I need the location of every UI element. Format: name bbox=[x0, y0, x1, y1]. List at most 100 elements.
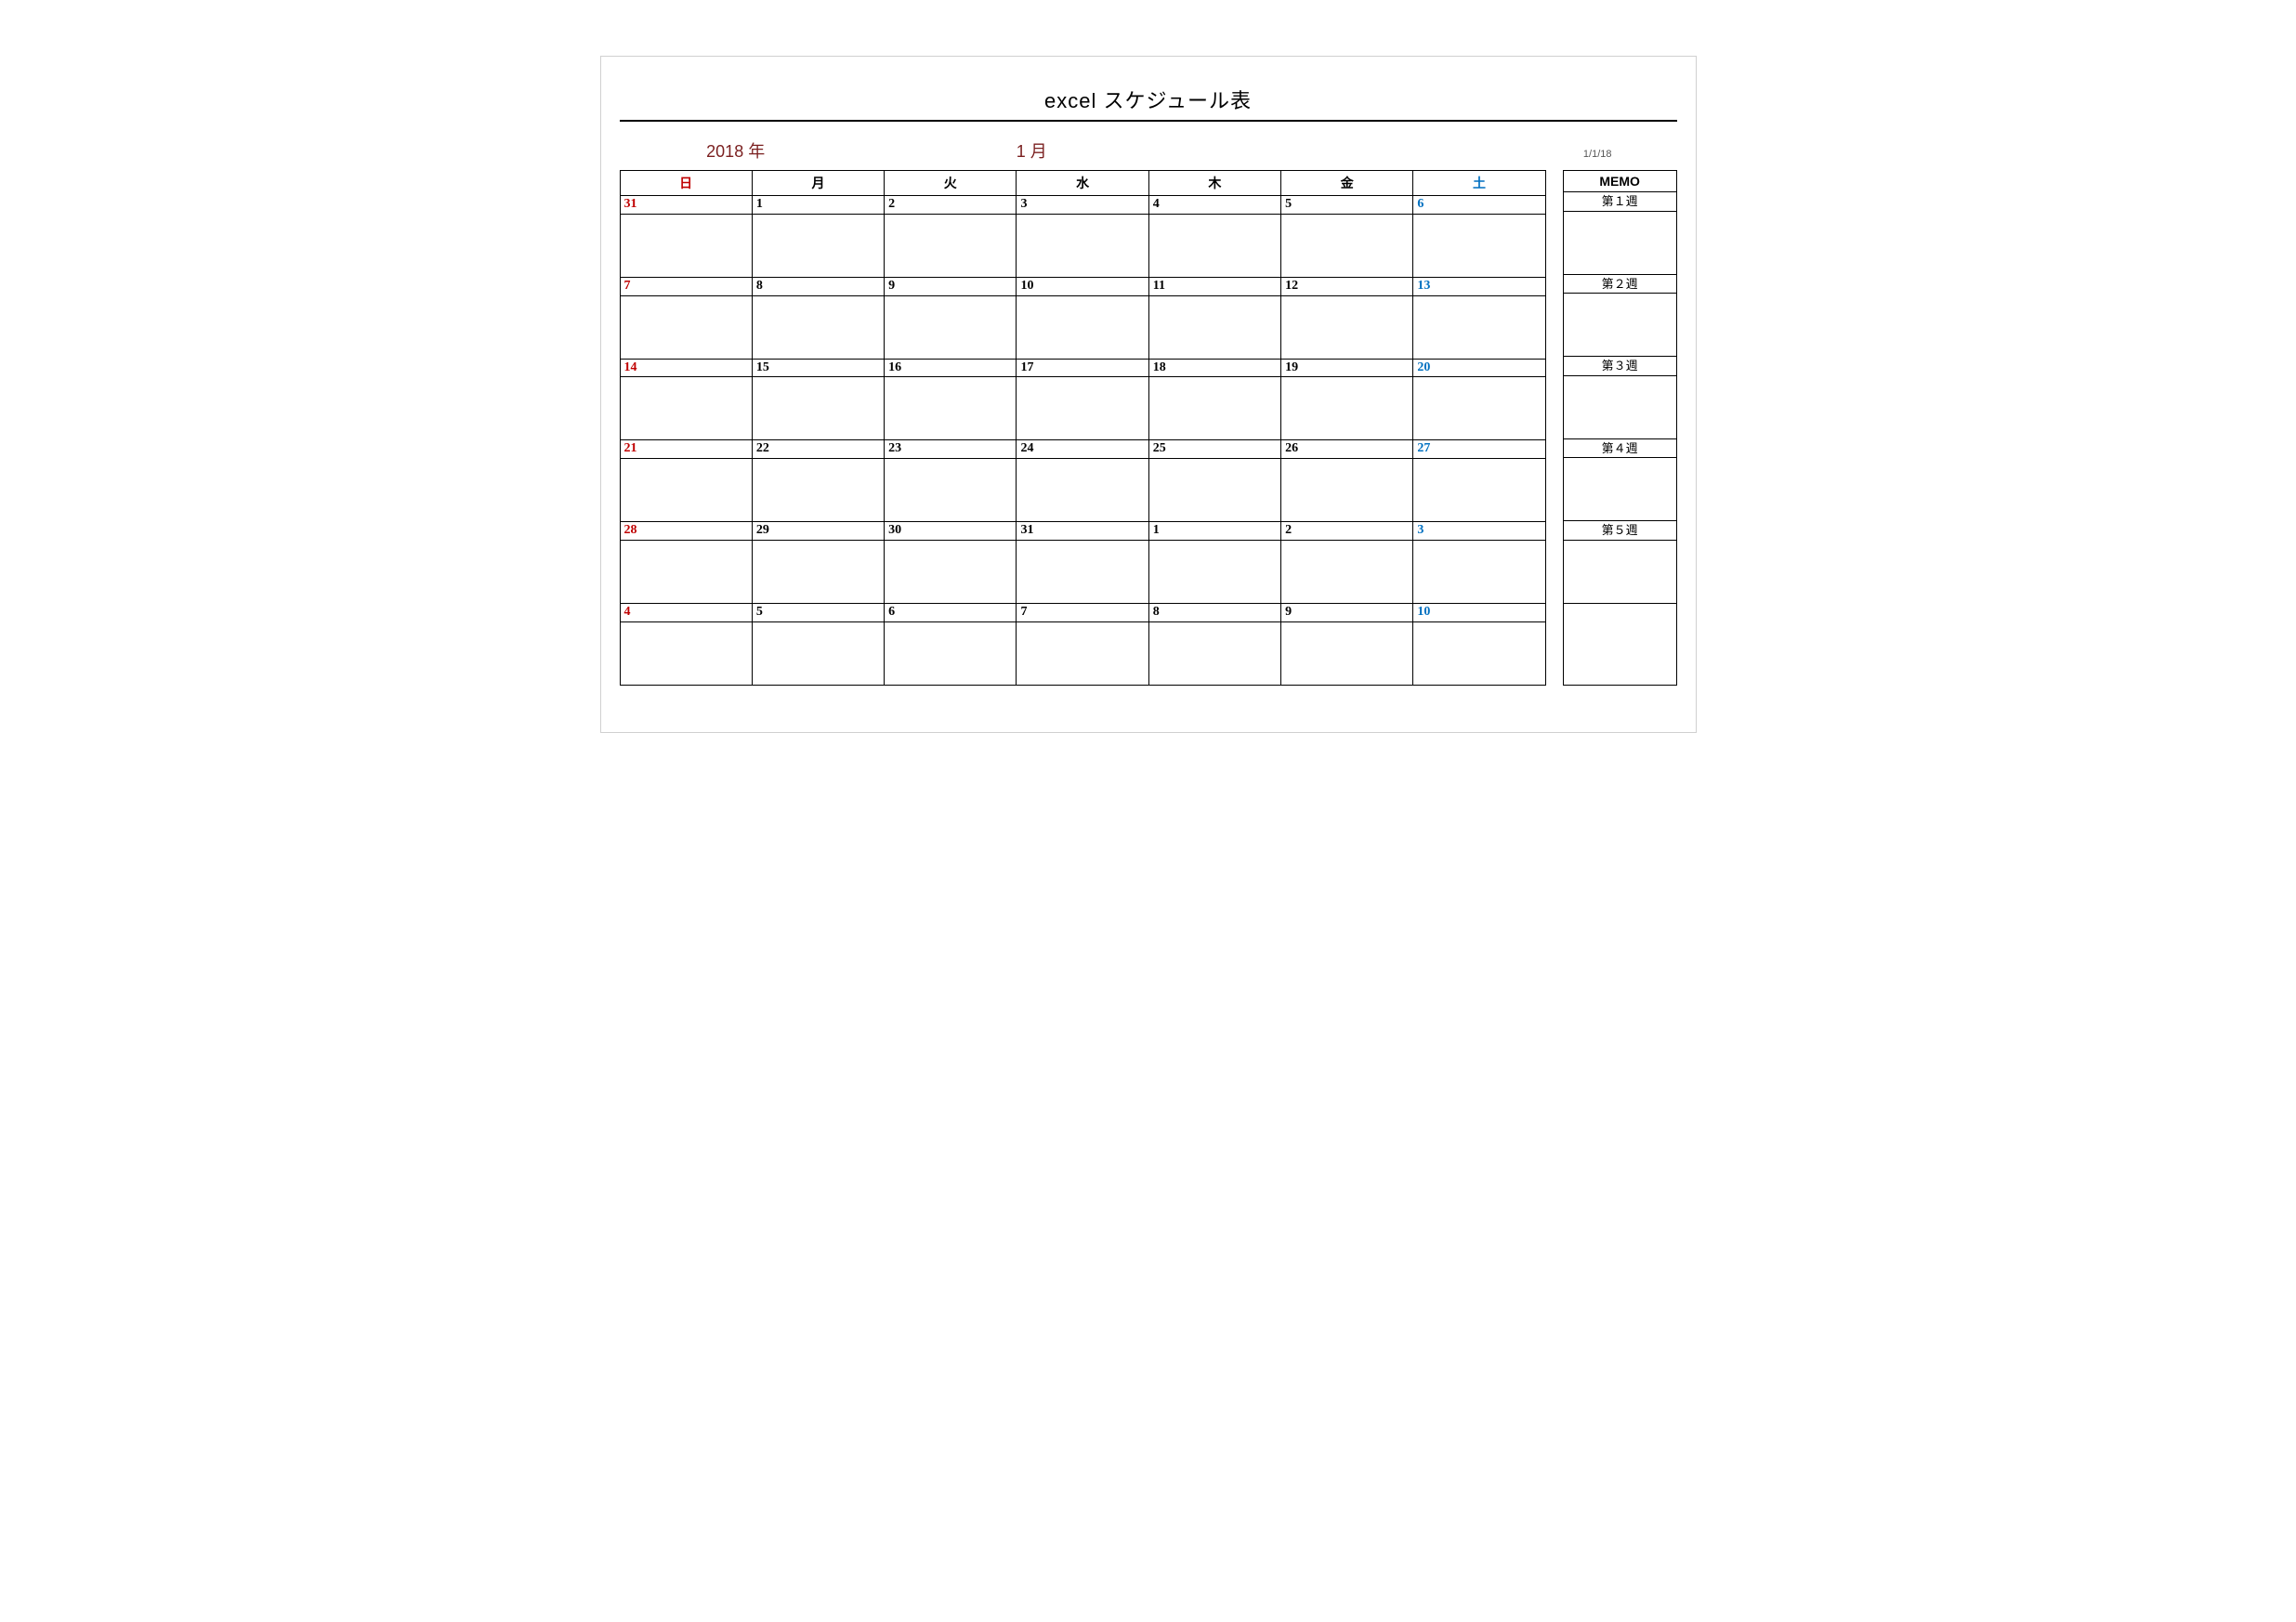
day-number: 26 bbox=[1281, 440, 1413, 459]
day-cell bbox=[752, 214, 884, 277]
memo-week-label: 第２週 bbox=[1563, 274, 1676, 294]
day-number: 19 bbox=[1281, 359, 1413, 377]
day-cell bbox=[620, 295, 752, 359]
day-header-tue: 火 bbox=[885, 171, 1017, 196]
day-cell bbox=[1281, 621, 1413, 685]
day-number: 12 bbox=[1281, 277, 1413, 295]
day-cell bbox=[1148, 459, 1280, 522]
memo-week-label: 第５週 bbox=[1563, 521, 1676, 541]
day-number: 22 bbox=[752, 440, 884, 459]
day-number: 10 bbox=[1017, 277, 1148, 295]
day-cell bbox=[1281, 540, 1413, 603]
day-number: 6 bbox=[885, 603, 1017, 621]
day-header-wed: 水 bbox=[1017, 171, 1148, 196]
day-cell bbox=[620, 214, 752, 277]
week-number-row: 78910111213 bbox=[620, 277, 1545, 295]
day-number: 18 bbox=[1148, 359, 1280, 377]
day-number: 28 bbox=[620, 522, 752, 541]
calendar-header: 2018 年 1 月 1/1/18 bbox=[620, 138, 1677, 163]
day-number: 23 bbox=[885, 440, 1017, 459]
day-cell bbox=[1281, 214, 1413, 277]
memo-week-label: 第４週 bbox=[1563, 438, 1676, 458]
day-number: 25 bbox=[1148, 440, 1280, 459]
day-number: 8 bbox=[752, 277, 884, 295]
day-cell bbox=[1413, 214, 1545, 277]
day-cell bbox=[752, 540, 884, 603]
day-cell bbox=[1017, 377, 1148, 440]
day-cell bbox=[885, 214, 1017, 277]
calendar-grid: 日 月 火 水 木 金 土 31123456789101112131415161… bbox=[620, 170, 1546, 686]
day-number: 4 bbox=[1148, 196, 1280, 215]
day-number: 7 bbox=[1017, 603, 1148, 621]
day-number: 8 bbox=[1148, 603, 1280, 621]
day-number: 27 bbox=[1413, 440, 1545, 459]
day-number: 24 bbox=[1017, 440, 1148, 459]
week-body-row bbox=[620, 214, 1545, 277]
day-number: 1 bbox=[1148, 522, 1280, 541]
day-number: 15 bbox=[752, 359, 884, 377]
day-cell bbox=[752, 459, 884, 522]
day-header-mon: 月 bbox=[752, 171, 884, 196]
day-number: 31 bbox=[620, 196, 752, 215]
day-number: 3 bbox=[1017, 196, 1148, 215]
day-cell bbox=[1148, 621, 1280, 685]
day-cell bbox=[1413, 459, 1545, 522]
year-label: 2018 年 bbox=[620, 138, 852, 163]
day-number: 7 bbox=[620, 277, 752, 295]
day-cell bbox=[1281, 295, 1413, 359]
memo-cell bbox=[1563, 211, 1676, 274]
document-page: excel スケジュール表 2018 年 1 月 1/1/18 日 月 火 水 … bbox=[600, 56, 1697, 733]
week-body-row bbox=[620, 540, 1545, 603]
day-number: 20 bbox=[1413, 359, 1545, 377]
week-number-row: 28293031123 bbox=[620, 522, 1545, 541]
day-cell bbox=[1281, 377, 1413, 440]
week-number-row: 31123456 bbox=[620, 196, 1545, 215]
day-number: 11 bbox=[1148, 277, 1280, 295]
day-cell bbox=[885, 540, 1017, 603]
day-header-thu: 木 bbox=[1148, 171, 1280, 196]
day-cell bbox=[752, 295, 884, 359]
day-number: 9 bbox=[885, 277, 1017, 295]
day-cell bbox=[752, 377, 884, 440]
day-number: 5 bbox=[1281, 196, 1413, 215]
month-label: 1 月 bbox=[852, 138, 1212, 163]
memo-week-label bbox=[1563, 603, 1676, 621]
day-header-fri: 金 bbox=[1281, 171, 1413, 196]
week-body-row bbox=[620, 377, 1545, 440]
day-number: 17 bbox=[1017, 359, 1148, 377]
week-number-row: 14151617181920 bbox=[620, 359, 1545, 377]
day-header-sat: 土 bbox=[1413, 171, 1545, 196]
day-number: 9 bbox=[1281, 603, 1413, 621]
day-cell bbox=[1413, 540, 1545, 603]
memo-header: MEMO bbox=[1563, 171, 1676, 192]
day-number: 5 bbox=[752, 603, 884, 621]
day-number: 13 bbox=[1413, 277, 1545, 295]
day-cell bbox=[885, 377, 1017, 440]
day-cell bbox=[885, 295, 1017, 359]
day-cell bbox=[620, 459, 752, 522]
day-cell bbox=[1413, 295, 1545, 359]
day-cell bbox=[1413, 377, 1545, 440]
day-cell bbox=[1148, 377, 1280, 440]
day-header-row: 日 月 火 水 木 金 土 bbox=[620, 171, 1545, 196]
day-number: 29 bbox=[752, 522, 884, 541]
week-body-row bbox=[620, 295, 1545, 359]
day-cell bbox=[885, 621, 1017, 685]
memo-cell bbox=[1563, 458, 1676, 521]
day-cell bbox=[1017, 621, 1148, 685]
day-cell bbox=[620, 377, 752, 440]
memo-cell bbox=[1563, 540, 1676, 603]
day-cell bbox=[620, 540, 752, 603]
document-title: excel スケジュール表 bbox=[620, 85, 1677, 114]
day-cell bbox=[1148, 295, 1280, 359]
day-number: 14 bbox=[620, 359, 752, 377]
day-cell bbox=[1017, 459, 1148, 522]
week-body-row bbox=[620, 621, 1545, 685]
day-cell bbox=[1017, 540, 1148, 603]
memo-week-label: 第１週 bbox=[1563, 192, 1676, 212]
week-number-row: 45678910 bbox=[620, 603, 1545, 621]
memo-column: MEMO 第１週第２週第３週第４週第５週 bbox=[1563, 170, 1677, 686]
day-number: 16 bbox=[885, 359, 1017, 377]
day-number: 2 bbox=[885, 196, 1017, 215]
week-body-row bbox=[620, 459, 1545, 522]
